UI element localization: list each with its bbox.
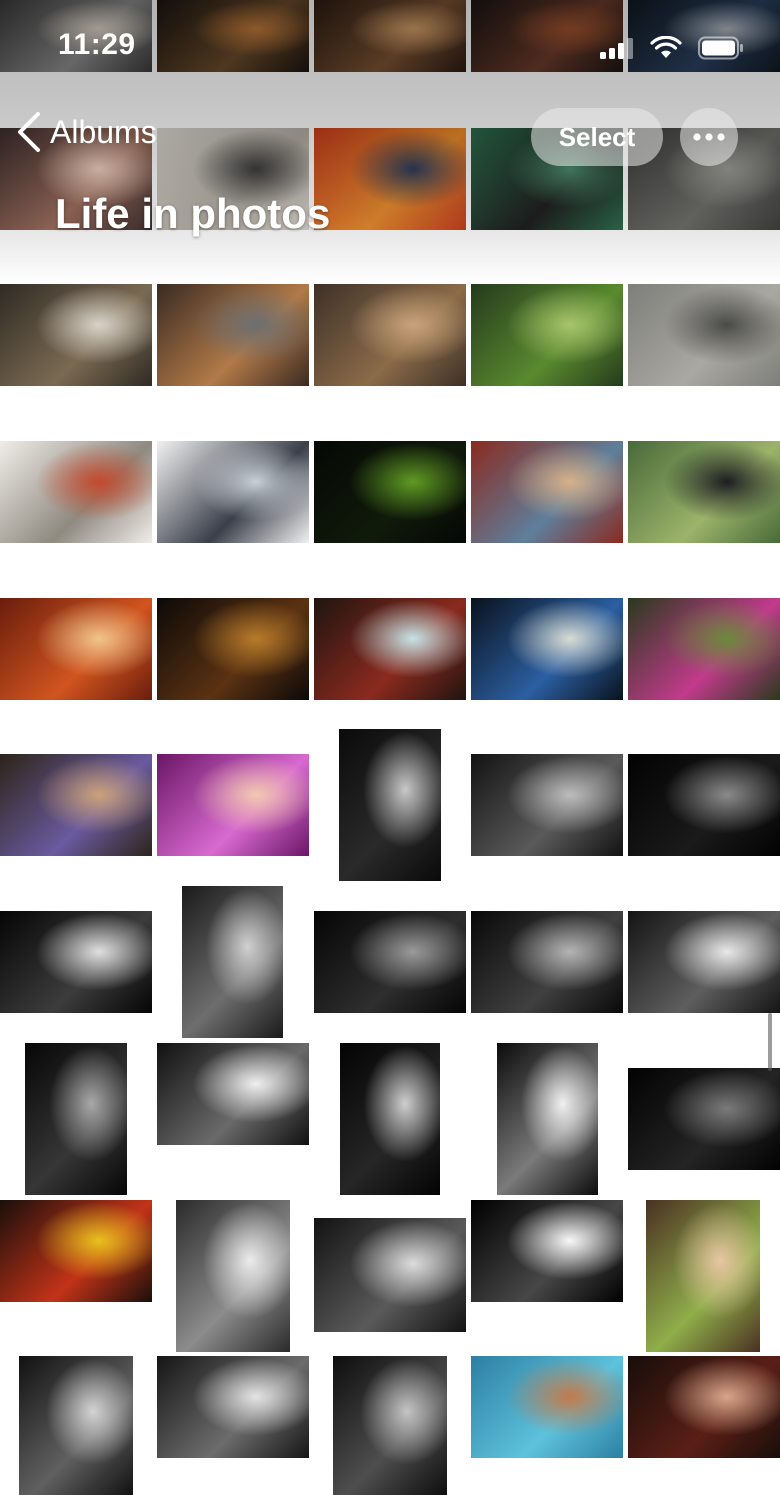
photo-thumbnail[interactable] — [19, 1356, 133, 1495]
photo-thumbnail[interactable] — [25, 1043, 127, 1195]
photo-thumbnail[interactable] — [0, 284, 152, 386]
photo-thumbnail[interactable] — [497, 1043, 598, 1195]
photo-thumbnail[interactable] — [0, 911, 152, 1013]
status-bar: 11:29 — [0, 0, 780, 96]
photo-thumbnail[interactable] — [157, 1356, 309, 1458]
photo-thumbnail[interactable] — [471, 754, 623, 856]
scroll-indicator[interactable] — [768, 1013, 772, 1071]
battery-icon — [698, 36, 743, 60]
photo-thumbnail[interactable] — [176, 1200, 290, 1352]
photo-thumbnail[interactable] — [628, 441, 780, 543]
select-button[interactable]: Select — [531, 108, 663, 166]
photo-thumbnail[interactable] — [314, 1218, 466, 1332]
photo-thumbnail[interactable] — [157, 441, 309, 543]
photo-thumbnail[interactable] — [314, 911, 466, 1013]
photo-thumbnail[interactable] — [471, 1200, 623, 1302]
photo-thumbnail[interactable] — [340, 1043, 440, 1195]
photo-thumbnail[interactable] — [157, 754, 309, 856]
chevron-left-icon — [18, 112, 40, 152]
photo-thumbnail[interactable] — [628, 911, 780, 1013]
photo-thumbnail[interactable] — [471, 284, 623, 386]
photo-thumbnail[interactable] — [628, 598, 780, 700]
photo-thumbnail[interactable] — [628, 284, 780, 386]
back-label: Albums — [50, 113, 157, 150]
photo-thumbnail[interactable] — [628, 1068, 780, 1170]
photo-thumbnail[interactable] — [0, 441, 152, 543]
photo-thumbnail[interactable] — [471, 911, 623, 1013]
photo-thumbnail[interactable] — [314, 441, 466, 543]
navigation-bar: Albums Select — [0, 100, 780, 180]
photo-thumbnail[interactable] — [157, 598, 309, 700]
photo-thumbnail[interactable] — [646, 1200, 760, 1352]
photo-thumbnail[interactable] — [314, 598, 466, 700]
wifi-icon — [650, 36, 682, 58]
photo-thumbnail[interactable] — [471, 598, 623, 700]
status-icons — [600, 36, 744, 60]
status-time: 11:29 — [58, 28, 136, 61]
photo-thumbnail[interactable] — [628, 754, 780, 856]
photo-thumbnail[interactable] — [0, 1200, 152, 1302]
photo-thumbnail[interactable] — [339, 729, 441, 881]
photo-thumbnail[interactable] — [157, 284, 309, 386]
album-title: Life in photos — [55, 190, 331, 237]
photo-thumbnail[interactable] — [182, 886, 283, 1038]
photo-thumbnail[interactable] — [471, 441, 623, 543]
photo-thumbnail[interactable] — [333, 1356, 447, 1495]
photo-thumbnail[interactable] — [0, 598, 152, 700]
ellipsis-icon — [693, 133, 725, 141]
photo-thumbnail[interactable] — [471, 1356, 623, 1458]
photo-thumbnail[interactable] — [314, 284, 466, 386]
photo-thumbnail[interactable] — [628, 1356, 780, 1458]
photo-thumbnail[interactable] — [0, 754, 152, 856]
signal-icon — [600, 38, 633, 59]
back-button[interactable]: Albums — [16, 112, 157, 152]
photo-thumbnail[interactable] — [157, 1043, 309, 1145]
more-button[interactable] — [680, 108, 738, 166]
